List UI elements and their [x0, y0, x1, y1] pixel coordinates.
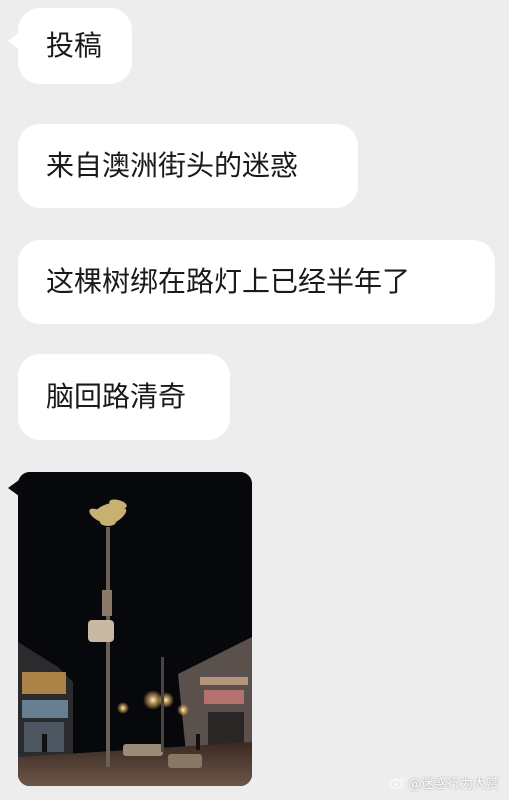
message-text: 这棵树绑在路灯上已经半年了 [46, 265, 411, 298]
watermark-text: @迷惑行为大赏 [407, 777, 499, 792]
message-bubble-4[interactable]: 脑回路清奇 [18, 354, 230, 440]
message-bubble-2[interactable]: 来自澳洲街头的迷惑 [18, 124, 358, 208]
message-bubble-3[interactable]: 这棵树绑在路灯上已经半年了 [18, 240, 495, 324]
watermark: @迷惑行为大赏 [389, 773, 499, 792]
weibo-logo-icon [389, 777, 405, 789]
message-text: 投稿 [46, 29, 103, 62]
message-text: 脑回路清奇 [46, 380, 187, 413]
message-text: 来自澳洲街头的迷惑 [46, 149, 299, 182]
street-night-photo [18, 472, 252, 786]
message-bubble-1[interactable]: 投稿 [8, 8, 132, 84]
photo-message[interactable] [18, 472, 252, 786]
